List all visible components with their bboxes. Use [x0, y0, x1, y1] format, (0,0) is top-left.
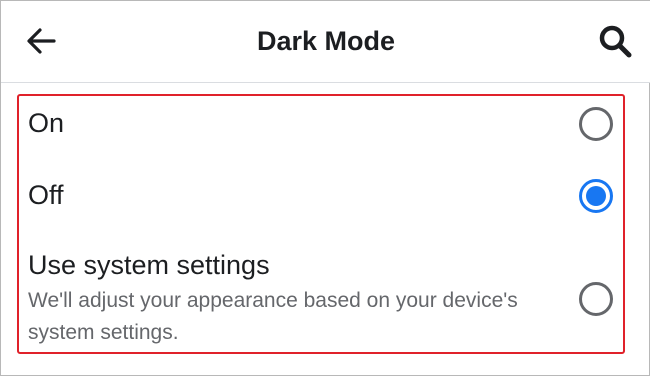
header-bar: Dark Mode: [1, 1, 650, 83]
radio-off[interactable]: [579, 179, 613, 213]
option-off[interactable]: Off: [1, 177, 650, 217]
settings-screen: Dark Mode On Off Use system settings We'…: [0, 0, 650, 376]
option-system-settings[interactable]: Use system settings We'll adjust your ap…: [1, 247, 650, 349]
option-label: Use system settings: [28, 250, 270, 280]
option-label: On: [28, 108, 65, 138]
header-divider: [1, 82, 650, 83]
option-on[interactable]: On: [1, 105, 650, 145]
radio-system-settings[interactable]: [579, 282, 613, 316]
page-title: Dark Mode: [256, 26, 396, 56]
option-label: Off: [28, 180, 64, 210]
search-button[interactable]: [593, 19, 637, 63]
option-description: We'll adjust your appearance based on yo…: [28, 289, 518, 344]
search-icon: [599, 25, 632, 58]
radio-on[interactable]: [579, 107, 613, 141]
